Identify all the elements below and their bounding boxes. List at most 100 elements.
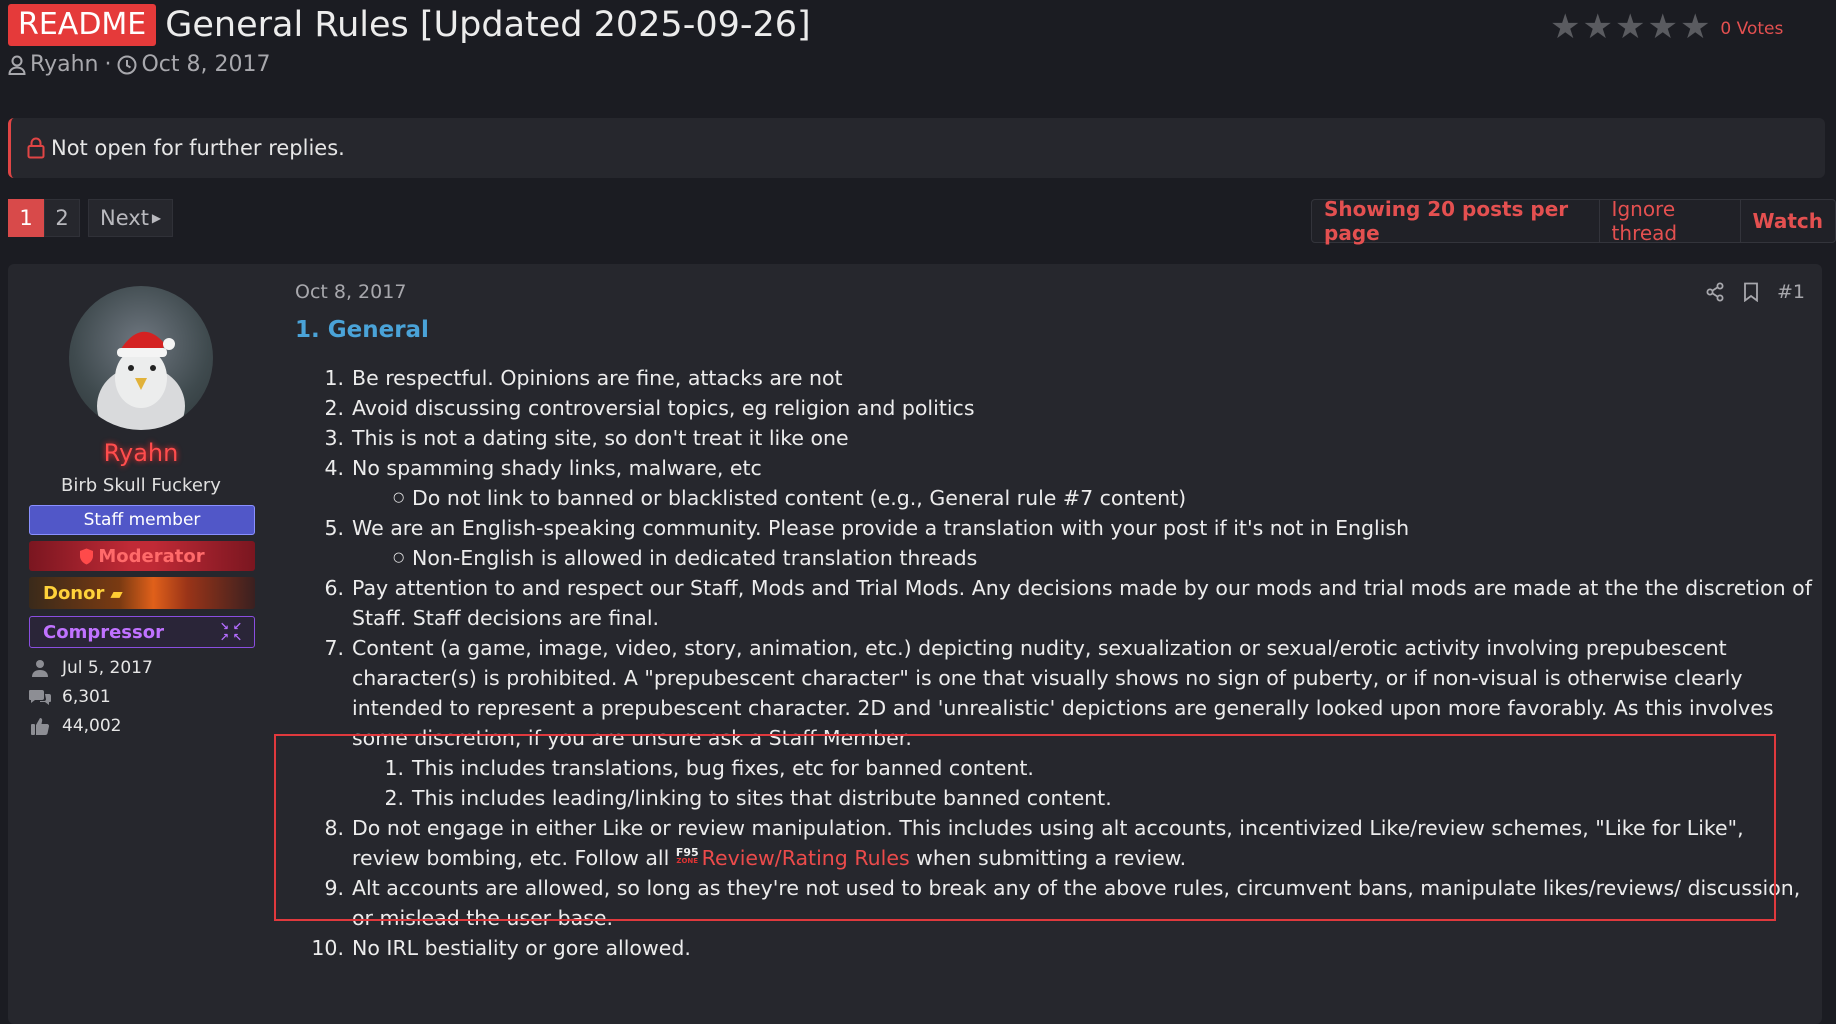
meta-separator: · bbox=[104, 52, 112, 77]
rule-item: 2. Avoid discussing controversial topics,… bbox=[295, 393, 1815, 423]
stat-reactions: 44,002 bbox=[28, 711, 153, 740]
seagull-santa-avatar-image bbox=[97, 331, 185, 430]
moderator-banner: Moderator bbox=[29, 541, 255, 571]
readme-prefix-badge[interactable]: README bbox=[8, 4, 157, 46]
post-username[interactable]: Ryahn bbox=[8, 439, 274, 467]
rule-item: 3. This is not a dating site, so don't tr… bbox=[295, 423, 1815, 453]
sub-rule-item: ○ Non-English is allowed in dedicated tra… bbox=[295, 543, 1815, 573]
notice-text: Not open for further replies. bbox=[51, 136, 345, 160]
thumbs-up-icon bbox=[28, 717, 52, 735]
star-icon[interactable]: ★ bbox=[1647, 10, 1677, 44]
sub-rule-text: Do not link to banned or blacklisted con… bbox=[412, 486, 1187, 510]
thread-rating[interactable]: ★ ★ ★ ★ ★ 0 Votes bbox=[1550, 10, 1783, 44]
rule-item: 10. No IRL bestiality or gore allowed. bbox=[295, 933, 1815, 963]
rule-item: 6. Pay attention to and respect our Staff… bbox=[295, 573, 1815, 633]
star-icon[interactable]: ★ bbox=[1680, 10, 1710, 44]
pagination: 1 2 Next ▶ bbox=[8, 199, 174, 237]
user-icon bbox=[8, 55, 26, 75]
sub-rule-text: This includes leading/linking to sites t… bbox=[412, 786, 1112, 810]
lock-icon bbox=[11, 137, 51, 159]
thread-title: General Rules [Updated 2025-09-26] bbox=[165, 5, 811, 45]
rule-item: 1. Be respectful. Opinions are fine, atta… bbox=[295, 363, 1815, 393]
votes-count: 0 Votes bbox=[1720, 19, 1784, 39]
post-date[interactable]: Oct 8, 2017 bbox=[295, 281, 406, 303]
caret-right-icon: ▶ bbox=[151, 211, 162, 225]
post-1: Ryahn Birb Skull Fuckery Staff member Mo… bbox=[8, 264, 1822, 1024]
thread-author-link[interactable]: Ryahn bbox=[30, 52, 98, 77]
sub-rule-item: 1. This includes translations, bug fixes,… bbox=[295, 753, 1815, 783]
watch-thread-button[interactable]: Watch bbox=[1741, 200, 1836, 242]
donor-label: Donor bbox=[43, 582, 105, 604]
rules-list: 1. Be respectful. Opinions are fine, atta… bbox=[274, 363, 1815, 963]
star-icon[interactable]: ★ bbox=[1615, 10, 1645, 44]
hollow-bullet-icon: ○ bbox=[393, 490, 405, 505]
f95-logo-icon: F95 ZONE bbox=[676, 847, 699, 866]
compressor-label: Compressor bbox=[43, 621, 164, 643]
rule-text: Alt accounts are allowed, so long as the… bbox=[352, 876, 1801, 930]
hollow-bullet-icon: ○ bbox=[393, 550, 405, 565]
user-title: Birb Skull Fuckery bbox=[61, 475, 221, 496]
thread-meta: Ryahn · Oct 8, 2017 bbox=[8, 52, 271, 77]
sub-rule-item: 2. This includes leading/linking to sites… bbox=[295, 783, 1815, 813]
rule-item: 5. We are an English-speaking community. … bbox=[295, 513, 1815, 543]
staff-member-banner: Staff member bbox=[29, 505, 255, 535]
sub-rule-number: 1. bbox=[384, 756, 404, 780]
rule-text: Pay attention to and respect our Staff, … bbox=[352, 576, 1812, 630]
compress-arrows-icon: ↘ ↙ ↗ ↖ bbox=[219, 620, 242, 644]
share-icon[interactable] bbox=[1705, 282, 1725, 302]
closed-thread-notice: Not open for further replies. bbox=[8, 118, 1825, 178]
star-icon[interactable]: ★ bbox=[1582, 10, 1612, 44]
rule-number: 9. bbox=[324, 876, 344, 900]
thread-title-row: README General Rules [Updated 2025-09-26… bbox=[8, 4, 811, 46]
rule-text: No spamming shady links, malware, etc bbox=[352, 456, 762, 480]
messages-count[interactable]: 6,301 bbox=[62, 687, 111, 707]
joined-date: Jul 5, 2017 bbox=[62, 657, 153, 678]
reaction-score: 44,002 bbox=[62, 715, 122, 736]
rule-number: 3. bbox=[324, 426, 344, 450]
user-stats: Jul 5, 2017 6,301 44,002 bbox=[28, 653, 153, 740]
rule-text: Avoid discussing controversial topics, e… bbox=[352, 396, 975, 420]
sub-rule-item: ○ Do not link to banned or blacklisted co… bbox=[295, 483, 1815, 513]
sub-rule-text: This includes translations, bug fixes, e… bbox=[412, 756, 1034, 780]
thread-start-date[interactable]: Oct 8, 2017 bbox=[141, 52, 270, 77]
donor-banner: Donor ▰ bbox=[29, 577, 255, 609]
post-tools: #1 bbox=[1687, 281, 1805, 303]
rule-text: This is not a dating site, so don't trea… bbox=[352, 426, 849, 450]
compressor-banner: Compressor ↘ ↙ ↗ ↖ bbox=[29, 616, 255, 648]
bookmark-icon[interactable] bbox=[1743, 282, 1759, 302]
rule-number: 1. bbox=[324, 366, 344, 390]
rule-number: 5. bbox=[324, 516, 344, 540]
rule-number: 10. bbox=[311, 936, 344, 960]
rule-number: 4. bbox=[324, 456, 344, 480]
review-rating-rules-link[interactable]: Review/Rating Rules bbox=[702, 846, 910, 870]
rule-number: 7. bbox=[324, 636, 344, 660]
shield-icon bbox=[79, 548, 94, 565]
star-icon[interactable]: ★ bbox=[1550, 10, 1580, 44]
avatar[interactable] bbox=[69, 286, 213, 430]
post-number-link[interactable]: #1 bbox=[1777, 281, 1805, 303]
rule-text: Content (a game, image, video, story, an… bbox=[352, 636, 1774, 750]
next-label: Next bbox=[100, 206, 149, 230]
rule-item: 4. No spamming shady links, malware, etc bbox=[295, 453, 1815, 483]
messages-icon bbox=[28, 688, 52, 706]
next-page-button[interactable]: Next ▶ bbox=[88, 199, 174, 237]
rule-text: No IRL bestiality or gore allowed. bbox=[352, 936, 691, 960]
rule-item: 8. Do not engage in either Like or review… bbox=[295, 813, 1815, 873]
page-1-button[interactable]: 1 bbox=[8, 199, 44, 237]
stat-joined: Jul 5, 2017 bbox=[28, 653, 153, 682]
calendar-user-icon bbox=[28, 659, 52, 677]
section-heading: 1. General bbox=[295, 317, 429, 343]
fire-icon: ▰ bbox=[110, 583, 123, 603]
sub-rule-number: 2. bbox=[384, 786, 404, 810]
thread-actions-bar: Showing 20 posts per page Ignore thread … bbox=[1311, 197, 1836, 245]
posts-per-page-button[interactable]: Showing 20 posts per page bbox=[1312, 197, 1600, 245]
ignore-thread-button[interactable]: Ignore thread bbox=[1600, 197, 1741, 245]
rule-number: 6. bbox=[324, 576, 344, 600]
rule-number: 8. bbox=[324, 816, 344, 840]
rule-text-after: when submitting a review. bbox=[909, 846, 1187, 870]
rule-item: 7. Content (a game, image, video, story, … bbox=[295, 633, 1815, 753]
rule-text: We are an English-speaking community. Pl… bbox=[352, 516, 1410, 540]
moderator-label: Moderator bbox=[98, 545, 205, 567]
clock-icon bbox=[117, 55, 137, 75]
page-2-button[interactable]: 2 bbox=[44, 199, 80, 237]
